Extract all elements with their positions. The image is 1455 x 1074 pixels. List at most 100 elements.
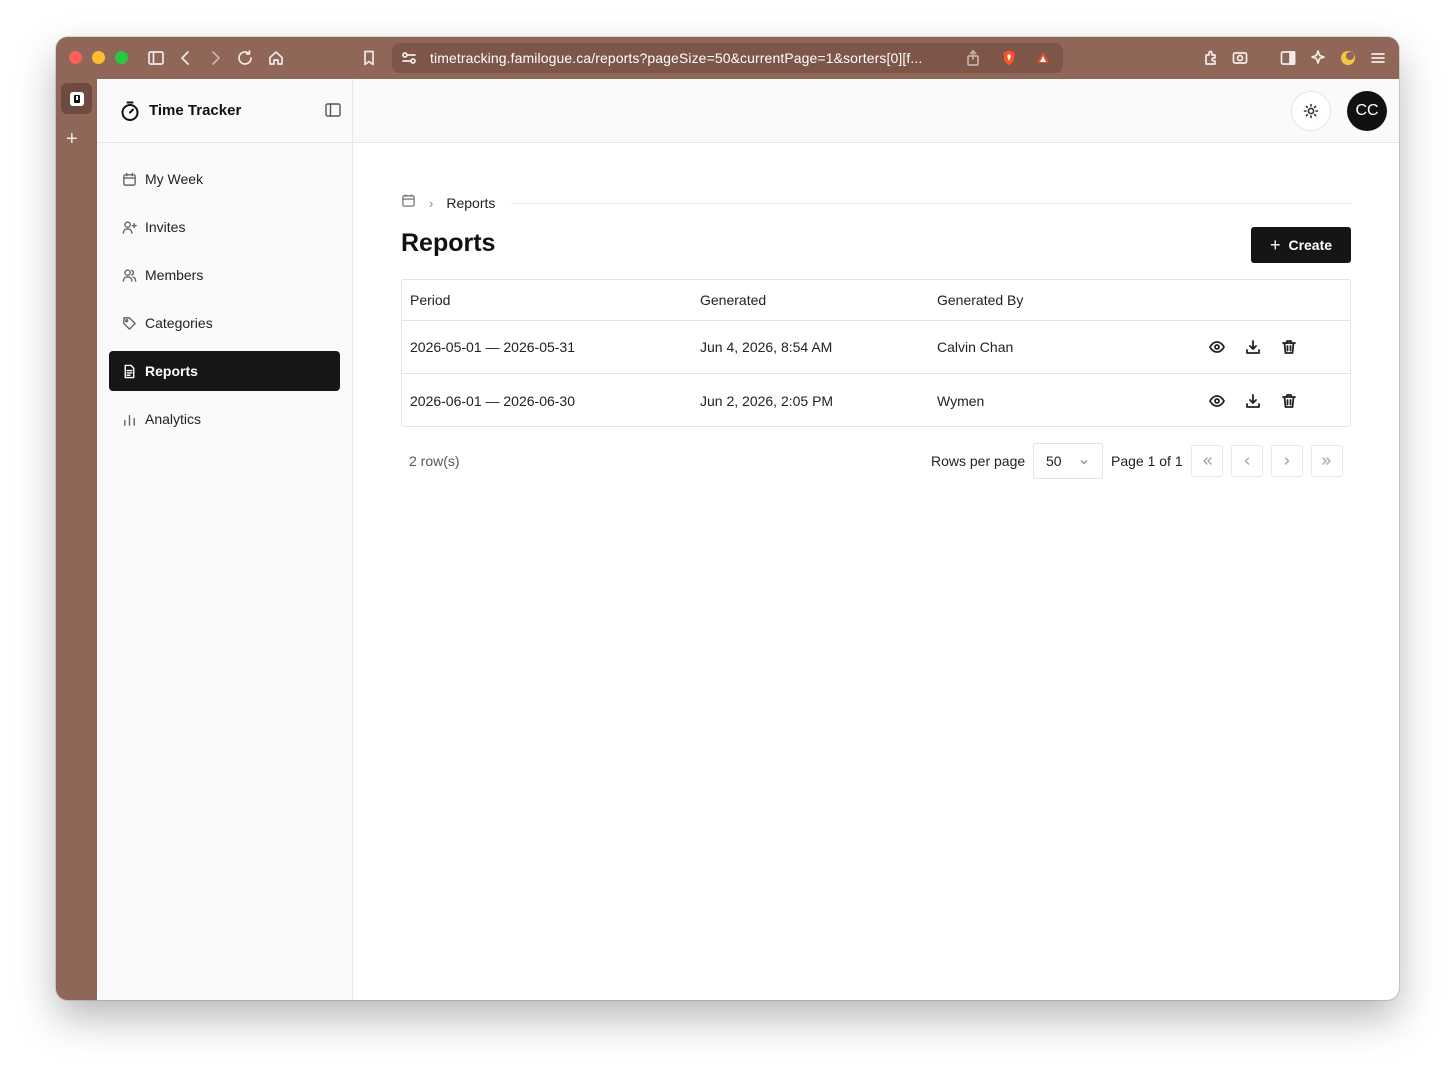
sidebar-item-invites[interactable]: Invites [109, 207, 340, 247]
reports-table: Period Generated Generated By 2026-05-01… [401, 279, 1351, 427]
chevron-left-icon [1244, 457, 1250, 465]
sidebar-toggle-icon[interactable] [145, 47, 167, 69]
brave-rewards-icon[interactable] [1032, 47, 1054, 69]
sidebar-nav: My Week Invites Members Categories Repor… [109, 159, 340, 447]
vertical-tab-strip: + [56, 79, 97, 1000]
download-icon[interactable] [1244, 338, 1262, 356]
row-count: 2 row(s) [409, 453, 460, 469]
leo-ai-icon[interactable] [1307, 47, 1329, 69]
url-text: timetracking.familogue.ca/reports?pageSi… [430, 50, 923, 66]
row-actions [1208, 321, 1298, 373]
sidebar-item-label: Categories [145, 315, 213, 331]
active-tab[interactable] [61, 83, 92, 114]
theme-toggle-button[interactable] [1291, 91, 1331, 131]
calendar-icon[interactable] [401, 193, 416, 213]
collapse-sidebar-icon[interactable] [324, 101, 342, 119]
users-icon [121, 267, 137, 283]
avatar[interactable]: CC [1347, 91, 1387, 131]
minimize-window-button[interactable] [92, 51, 105, 64]
breadcrumb-divider [511, 202, 1351, 204]
site-settings-icon[interactable] [398, 47, 420, 69]
profile-icon[interactable] [1337, 47, 1359, 69]
pagination-bar: 2 row(s) Rows per page 50 Page 1 of 1 [401, 443, 1351, 479]
first-page-button[interactable] [1191, 445, 1223, 477]
create-button-label: Create [1288, 237, 1333, 253]
sidebar-item-label: Reports [145, 363, 198, 379]
previous-page-button[interactable] [1231, 445, 1263, 477]
table-row: 2026-06-01 — 2026-06-30 Jun 2, 2026, 2:0… [402, 374, 1350, 427]
top-bar: CC [353, 79, 1399, 143]
stopwatch-icon [121, 101, 139, 121]
bookmark-icon[interactable] [358, 47, 380, 69]
sidebar-item-label: Analytics [145, 411, 202, 427]
column-header-generated[interactable]: Generated [700, 280, 766, 320]
sidebar-panel-icon[interactable] [1277, 47, 1299, 69]
sidebar-item-my-week[interactable]: My Week [109, 159, 340, 199]
download-icon[interactable] [1244, 392, 1262, 410]
sun-icon [1303, 103, 1319, 119]
forward-icon[interactable] [204, 47, 226, 69]
breadcrumb: › Reports [401, 193, 1351, 213]
sidebar-item-categories[interactable]: Categories [109, 303, 340, 343]
sidebar-item-label: Members [145, 267, 204, 283]
browser-window: timetracking.familogue.ca/reports?pageSi… [56, 37, 1399, 1000]
sidebar-item-label: Invites [145, 219, 186, 235]
cell-generated-by: Calvin Chan [937, 339, 1014, 355]
chevron-right-icon [1284, 457, 1290, 465]
home-icon[interactable] [265, 47, 287, 69]
cell-generated: Jun 4, 2026, 8:54 AM [700, 339, 833, 355]
sidebar-item-analytics[interactable]: Analytics [109, 399, 340, 439]
breadcrumb-current: Reports [446, 195, 496, 211]
column-header-period[interactable]: Period [410, 280, 450, 320]
sidebar-item-members[interactable]: Members [109, 255, 340, 295]
eye-icon[interactable] [1208, 392, 1226, 410]
cell-period: 2026-05-01 — 2026-05-31 [410, 339, 576, 355]
app-title: Time Tracker [149, 102, 242, 119]
row-actions [1208, 374, 1298, 427]
trash-icon[interactable] [1280, 338, 1298, 356]
reload-icon[interactable] [234, 47, 256, 69]
tab-favicon-icon [69, 91, 84, 106]
back-icon[interactable] [175, 47, 197, 69]
page-info: Page 1 of 1 [1111, 453, 1183, 469]
rows-per-page-value: 50 [1046, 453, 1062, 469]
column-header-generated-by[interactable]: Generated By [937, 280, 1023, 320]
page-title: Reports [401, 229, 496, 257]
wallet-icon[interactable] [1229, 47, 1251, 69]
calendar-icon [121, 171, 137, 187]
maximize-window-button[interactable] [115, 51, 128, 64]
next-page-button[interactable] [1271, 445, 1303, 477]
chevron-down-icon [1078, 455, 1090, 471]
table-row: 2026-05-01 — 2026-05-31 Jun 4, 2026, 8:5… [402, 321, 1350, 374]
share-icon[interactable] [962, 47, 984, 69]
menu-icon[interactable] [1367, 47, 1389, 69]
chevron-right-icon: › [429, 195, 434, 211]
rows-per-page-select[interactable]: 50 [1033, 443, 1103, 479]
browser-toolbar: timetracking.familogue.ca/reports?pageSi… [56, 37, 1399, 79]
last-page-button[interactable] [1311, 445, 1343, 477]
chevrons-right-icon [1322, 457, 1331, 465]
extensions-icon[interactable] [1200, 47, 1222, 69]
plus-icon: + [1269, 235, 1281, 255]
sidebar: Time Tracker My Week Invites Members Cat… [97, 79, 353, 1000]
app-root: Time Tracker My Week Invites Members Cat… [97, 79, 1399, 1000]
cell-generated: Jun 2, 2026, 2:05 PM [700, 392, 834, 409]
rows-per-page-label: Rows per page [931, 453, 1026, 469]
bar-chart-icon [121, 411, 137, 427]
sidebar-item-label: My Week [145, 171, 204, 187]
user-plus-icon [121, 219, 137, 235]
cell-period: 2026-06-01 — 2026-06-30 [410, 392, 576, 409]
create-button[interactable]: + Create [1251, 227, 1351, 263]
document-icon [121, 363, 137, 379]
brave-shield-icon[interactable] [998, 47, 1020, 69]
sidebar-item-reports[interactable]: Reports [109, 351, 340, 391]
table-header: Period Generated Generated By [402, 280, 1350, 321]
eye-icon[interactable] [1208, 338, 1226, 356]
tag-icon [121, 315, 137, 331]
trash-icon[interactable] [1280, 392, 1298, 410]
chevrons-left-icon [1203, 457, 1212, 465]
new-tab-icon[interactable]: + [66, 129, 78, 149]
cell-generated-by: Wymen [937, 392, 985, 409]
close-window-button[interactable] [69, 51, 82, 64]
address-bar[interactable]: timetracking.familogue.ca/reports?pageSi… [392, 43, 1063, 73]
